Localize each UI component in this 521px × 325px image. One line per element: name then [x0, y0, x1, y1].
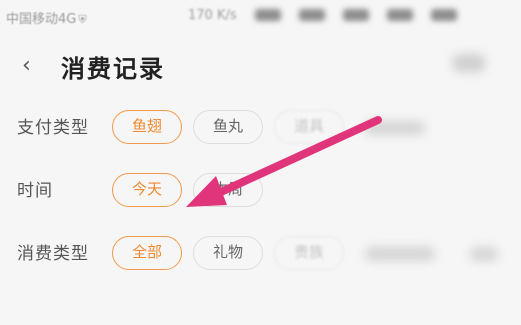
header-action[interactable] [452, 54, 486, 72]
shield-icon: ⛨ [78, 13, 87, 26]
status-icons [255, 9, 505, 23]
chevron-left-icon[interactable]: ‹ [22, 53, 44, 79]
option-today-chip[interactable]: 今天 [112, 173, 182, 207]
carrier-info: 中国移动4G ⛨ [6, 8, 87, 27]
network-speed: 170 K/s [188, 8, 237, 23]
filter-label-time: 时间 [17, 181, 53, 201]
filter-label-consumption-type: 消费类型 [17, 244, 89, 264]
filter-label-payment-type: 支付类型 [17, 118, 89, 138]
carrier-text: 中国移动4G [6, 12, 77, 27]
status-bar: 中国移动4G ⛨ 170 K/s [0, 0, 521, 34]
filter-row-payment-type: 支付类型 鱼翅 鱼丸 道具 [0, 104, 521, 148]
blurred-option [365, 121, 425, 135]
blurred-option [470, 247, 498, 261]
page-title: 消费记录 [61, 55, 165, 83]
blurred-option [365, 247, 435, 261]
option-yuchi-chip[interactable]: 鱼翅 [112, 110, 182, 144]
option-daoju-chip[interactable]: 道具 [274, 110, 344, 144]
option-all-chip[interactable]: 全部 [112, 236, 182, 270]
option-this-week-chip[interactable]: 本周 [193, 173, 263, 207]
option-gift-chip[interactable]: 礼物 [193, 236, 263, 270]
filter-row-consumption-type: 消费类型 全部 礼物 贵族 [0, 230, 521, 274]
option-yuwan-chip[interactable]: 鱼丸 [193, 110, 263, 144]
filter-row-time: 时间 今天 本周 [0, 167, 521, 211]
option-noble-chip[interactable]: 贵族 [274, 236, 344, 270]
page-header: ‹ 消费记录 [0, 34, 521, 98]
